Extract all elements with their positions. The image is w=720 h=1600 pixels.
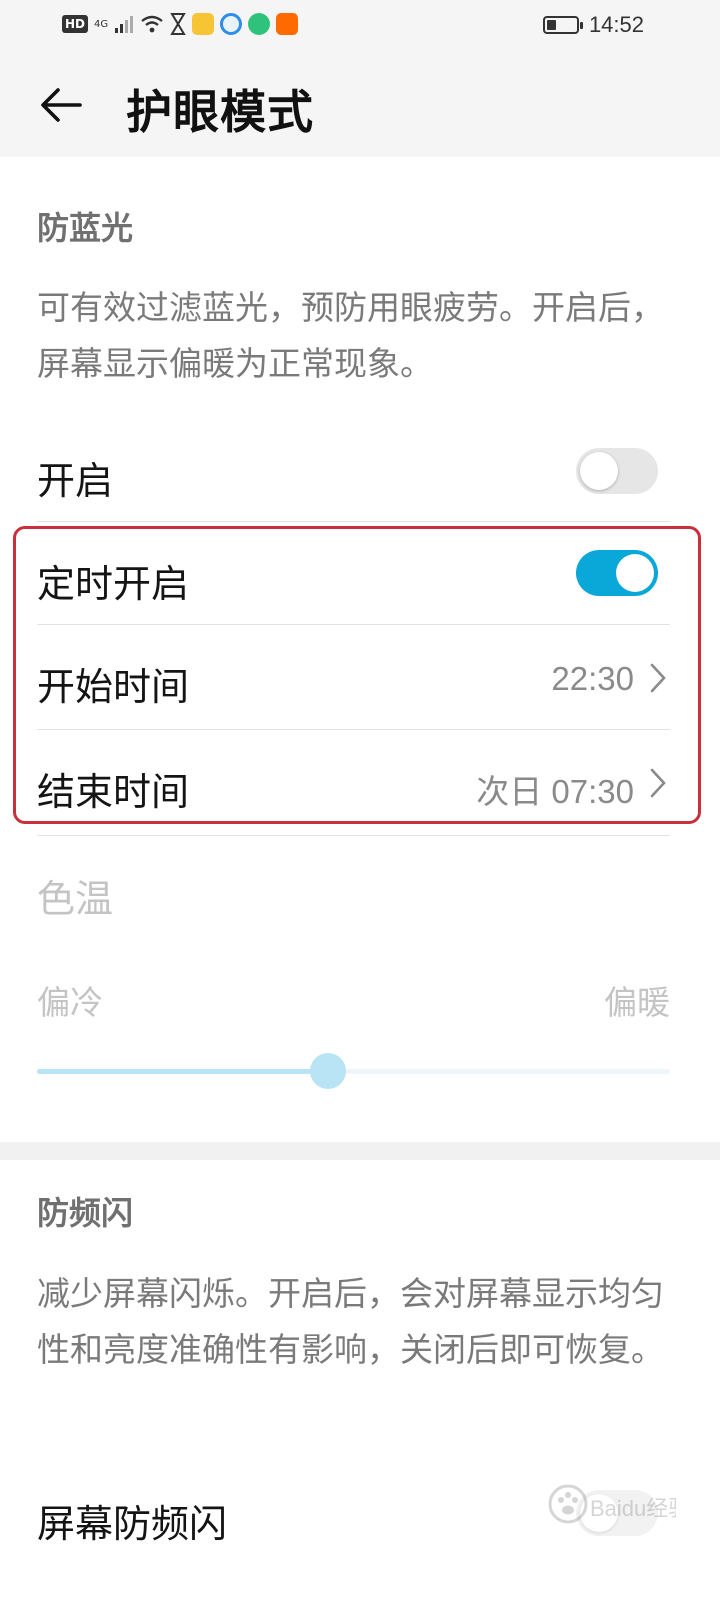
chevron-right-icon[interactable] <box>648 767 668 799</box>
app-bar: 护眼模式 <box>0 52 720 157</box>
status-icons-left: HD 4G <box>62 13 299 35</box>
arrow-left-icon[interactable] <box>36 80 86 130</box>
svg-text:Baidu经验: Baidu经验 <box>590 1496 676 1521</box>
cool-label: 偏冷 <box>37 983 103 1022</box>
section-separator <box>0 1142 720 1160</box>
browser-app-icon <box>220 13 243 35</box>
status-time: 14:52 <box>588 12 644 37</box>
blue-light-description: 可有效过滤蓝光，预防用眼疲劳。开启后，屏幕显示偏暖为正常现象。 <box>37 288 664 383</box>
battery-icon <box>542 16 583 34</box>
taobao-app-icon <box>276 13 299 35</box>
warm-label: 偏暖 <box>604 983 670 1022</box>
end-time-value[interactable]: 次日 07:30 <box>476 765 634 813</box>
baidu-watermark: Baidu经验 <box>546 1480 690 1540</box>
status-icons-right: 14:52 <box>542 12 644 38</box>
divider <box>37 521 670 522</box>
help-app-icon <box>248 13 271 35</box>
status-bar: HD 4G 14:52 <box>0 0 720 52</box>
wifi-icon <box>141 15 163 33</box>
flicker-label: 屏幕防频闪 <box>37 1502 228 1546</box>
weibo-app-icon <box>192 13 215 35</box>
paw-icon: Baidu经验 <box>548 1484 690 1524</box>
slider-thumb[interactable] <box>310 1053 347 1089</box>
hourglass-icon <box>170 13 186 35</box>
divider <box>37 835 670 836</box>
section-title-blue-light: 防蓝光 <box>37 209 134 247</box>
color-temp-label: 色温 <box>37 877 114 921</box>
start-time-label[interactable]: 开始时间 <box>37 656 189 711</box>
end-time-label[interactable]: 结束时间 <box>37 761 189 816</box>
slider-fill <box>37 1069 329 1074</box>
schedule-toggle[interactable] <box>576 550 658 596</box>
flicker-description: 减少屏幕闪烁。开启后，会对屏幕显示均匀性和亮度准确性有影响，关闭后即可恢复。 <box>37 1274 664 1369</box>
toggle-knob <box>580 452 618 490</box>
enable-label: 开启 <box>37 459 114 503</box>
divider <box>37 729 670 730</box>
page-title: 护眼模式 <box>126 85 314 139</box>
chevron-right-icon[interactable] <box>648 662 668 694</box>
toggle-knob <box>616 554 654 592</box>
divider <box>37 624 670 625</box>
schedule-label: 定时开启 <box>37 562 190 606</box>
color-temp-slider[interactable] <box>37 1069 670 1074</box>
signal-icon <box>115 16 134 33</box>
signal-label: 4G <box>94 18 109 30</box>
enable-toggle[interactable] <box>576 448 658 494</box>
section-title-flicker: 防频闪 <box>37 1194 134 1232</box>
hd-badge: HD <box>62 15 89 33</box>
start-time-value[interactable]: 22:30 <box>551 660 634 698</box>
